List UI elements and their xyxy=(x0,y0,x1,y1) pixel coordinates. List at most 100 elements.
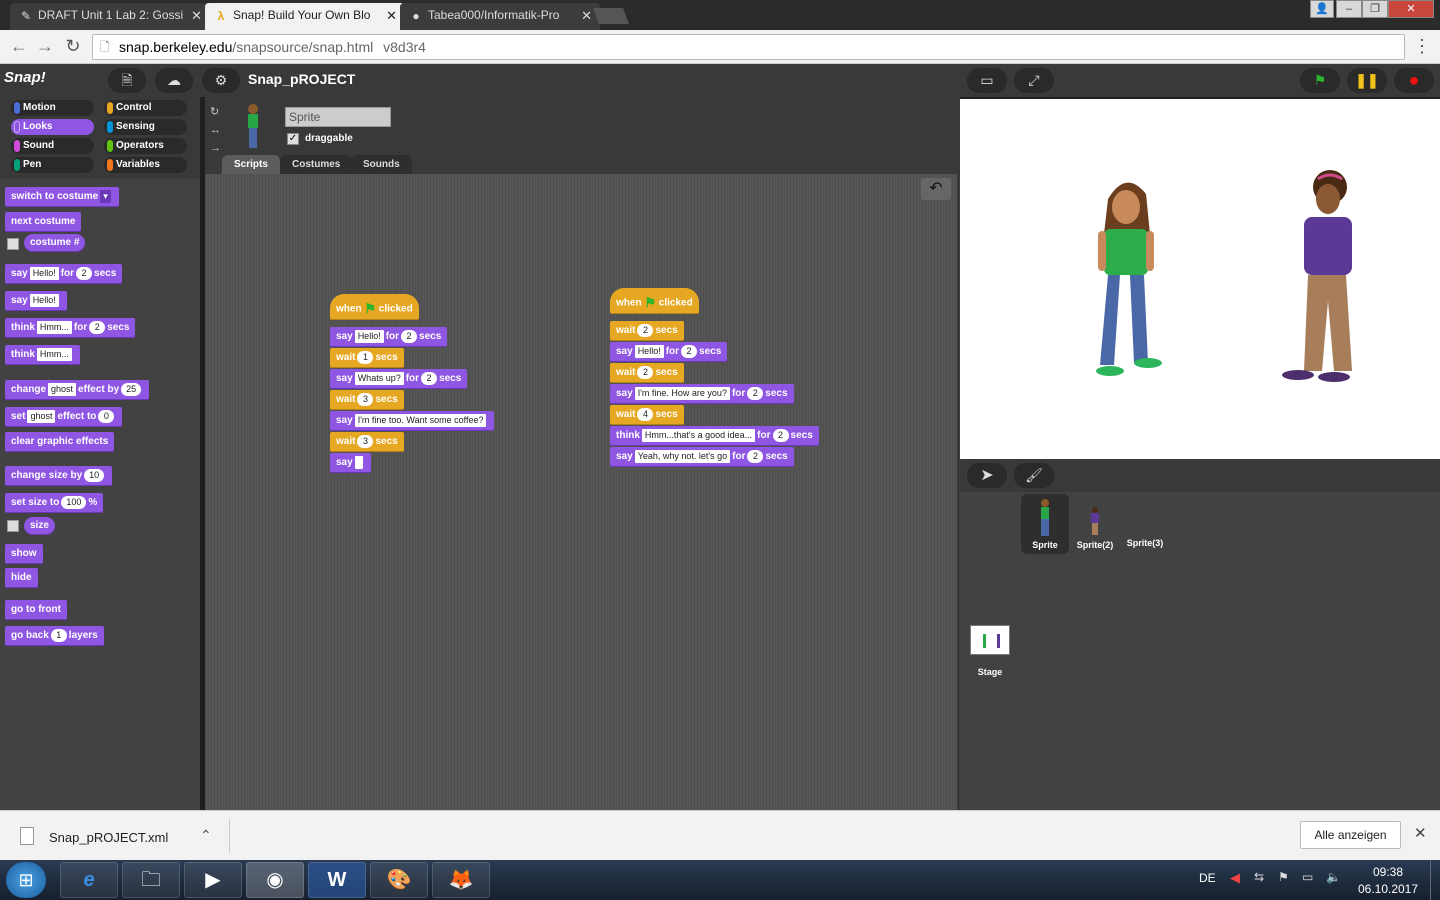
category-motion[interactable]: Motion xyxy=(11,100,94,116)
new-tab-button[interactable] xyxy=(593,8,629,24)
number-slot[interactable]: 0 xyxy=(98,409,115,423)
block-change-effect[interactable]: change ghost effect by 25 xyxy=(5,380,150,400)
block-say-for-secs[interactable]: say Hello! for 2 secs xyxy=(5,264,123,284)
fullscreen-icon[interactable]: ⤢ xyxy=(1014,68,1054,93)
say-for-secs-block[interactable]: say Hello! for 2 secs xyxy=(610,342,728,362)
block-go-back-layers[interactable]: go back 1 layers xyxy=(5,626,104,646)
category-variables[interactable]: Variables xyxy=(104,157,187,173)
file-explorer-icon[interactable]: 🗀 xyxy=(122,862,180,898)
gimp-icon[interactable]: 🦊 xyxy=(432,862,490,898)
category-control[interactable]: Control xyxy=(104,100,187,116)
say-for-secs-block[interactable]: say Yeah, why not. let's go for 2 secs xyxy=(610,447,794,467)
text-slot[interactable]: Hello! xyxy=(29,266,59,280)
category-looks[interactable]: Looks xyxy=(11,119,94,135)
minimize-button[interactable]: – xyxy=(1336,0,1362,18)
text-slot[interactable]: Hello! xyxy=(354,329,384,343)
watcher-checkbox[interactable] xyxy=(7,520,19,532)
forward-icon[interactable]: → xyxy=(34,36,56,57)
network-tray-icon[interactable]: ⇆ xyxy=(1254,870,1264,884)
paint-icon[interactable]: 🎨 xyxy=(370,862,428,898)
tab-github[interactable]: ● Tabea000/Informatik-Pro ✕ xyxy=(400,3,600,30)
text-slot[interactable]: Hello! xyxy=(29,293,59,307)
scripts-area[interactable]: ↶ when ⚑ clicked say Hello! for 2 secs wait 1… xyxy=(205,174,957,810)
number-slot[interactable]: 25 xyxy=(121,382,142,396)
category-pen[interactable]: Pen xyxy=(11,157,94,173)
text-slot[interactable]: I'm fine too. Want some coffee? xyxy=(354,413,487,427)
language-indicator[interactable]: DE xyxy=(1199,871,1216,885)
number-slot[interactable]: 2 xyxy=(637,323,654,337)
user-icon[interactable]: 👤 xyxy=(1310,0,1334,18)
internet-explorer-icon[interactable]: e xyxy=(60,862,118,898)
text-slot[interactable]: Hmm... xyxy=(36,320,72,334)
chevron-up-icon[interactable]: ⌃ xyxy=(200,827,212,844)
text-slot[interactable]: Hmm...that's a good idea... xyxy=(641,428,756,442)
number-slot[interactable]: 1 xyxy=(357,350,374,364)
windows-start-icon[interactable]: ⊞ xyxy=(6,862,46,898)
stage-size-icon[interactable]: ▭ xyxy=(967,68,1007,93)
category-sensing[interactable]: Sensing xyxy=(104,119,187,135)
close-icon[interactable]: ✕ xyxy=(581,3,592,28)
sprite-thumb-sprite[interactable]: Sprite xyxy=(1021,494,1069,554)
number-slot[interactable]: 10 xyxy=(84,468,105,482)
number-slot[interactable]: 2 xyxy=(747,449,764,463)
text-slot[interactable]: Hello! xyxy=(634,344,664,358)
sprite-girl-purple[interactable] xyxy=(1282,170,1352,382)
reload-icon[interactable]: ↻ xyxy=(62,36,84,57)
url-input[interactable]: 🗋 snap.berkeley.edu/snapsource/snap.html… xyxy=(92,34,1405,60)
undo-icon[interactable]: ↶ xyxy=(921,178,951,200)
effect-dropdown[interactable]: ghost xyxy=(48,382,77,396)
number-slot[interactable]: 2 xyxy=(637,365,654,379)
number-slot[interactable]: 3 xyxy=(357,392,374,406)
wait-block[interactable]: wait 3 secs xyxy=(330,432,404,452)
text-slot[interactable] xyxy=(354,455,363,469)
block-set-size[interactable]: set size to 100% xyxy=(5,493,104,513)
block-think[interactable]: think Hmm... xyxy=(5,345,80,365)
word-icon[interactable]: W xyxy=(308,862,366,898)
number-slot[interactable]: 2 xyxy=(772,428,789,442)
dropdown-arrow-icon[interactable]: ▾ xyxy=(100,189,111,203)
block-show[interactable]: show xyxy=(5,544,43,564)
stage-thumbnail[interactable] xyxy=(970,625,1010,655)
rotation-style-icons[interactable]: ↻ ↔ → xyxy=(210,103,221,157)
think-for-secs-block[interactable]: think Hmm...that's a good idea... for 2 secs xyxy=(610,426,819,446)
flag-icon[interactable]: ◀ xyxy=(1230,870,1240,886)
window-close-button[interactable]: ✕ xyxy=(1388,0,1434,18)
number-slot[interactable]: 2 xyxy=(89,320,106,334)
show-all-button[interactable]: Alle anzeigen xyxy=(1300,821,1401,849)
block-go-to-front[interactable]: go to front xyxy=(5,600,67,620)
block-costume-num[interactable]: costume # xyxy=(24,234,86,252)
text-slot[interactable]: Whats up? xyxy=(354,371,404,385)
file-icon[interactable]: 🗎 xyxy=(108,68,146,93)
chrome-icon[interactable]: ◉ xyxy=(246,862,304,898)
turtle-arrow-icon[interactable]: ➤ xyxy=(967,463,1007,488)
when-flag-clicked-hat[interactable]: when ⚑ clicked xyxy=(610,288,699,314)
block-switch-to-costume[interactable]: switch to costume ▾ xyxy=(5,187,119,207)
show-desktop-button[interactable] xyxy=(1430,860,1440,900)
tab-sounds[interactable]: Sounds xyxy=(351,155,412,174)
close-icon[interactable]: ✕ xyxy=(386,3,397,28)
clock-date[interactable]: 06.10.2017 xyxy=(1356,882,1420,896)
stop-icon[interactable]: ● xyxy=(1394,68,1434,93)
block-size[interactable]: size xyxy=(24,517,55,535)
gear-icon[interactable]: ⚙ xyxy=(202,68,240,93)
number-slot[interactable]: 100 xyxy=(61,495,87,509)
say-block[interactable]: say I'm fine too. Want some coffee? xyxy=(330,411,495,431)
restore-button[interactable]: ❐ xyxy=(1362,0,1388,18)
pause-icon[interactable]: ❚❚ xyxy=(1347,68,1387,93)
say-for-secs-block[interactable]: say Hello! for 2 secs xyxy=(330,327,448,347)
wait-block[interactable]: wait 1 secs xyxy=(330,348,404,368)
tab-draft-unit[interactable]: ✎ DRAFT Unit 1 Lab 2: Gossi ✕ xyxy=(10,3,210,30)
wait-block[interactable]: wait 3 secs xyxy=(330,390,404,410)
paintbrush-icon[interactable]: 🖌 xyxy=(1014,463,1054,488)
clock-time[interactable]: 09:38 xyxy=(1360,865,1416,879)
back-icon[interactable]: ← xyxy=(8,36,30,57)
when-flag-clicked-hat[interactable]: when ⚑ clicked xyxy=(330,294,419,320)
category-operators[interactable]: Operators xyxy=(104,138,187,154)
sprite-name-field[interactable]: Sprite xyxy=(285,107,391,127)
media-player-icon[interactable]: ▶ xyxy=(184,862,242,898)
block-say[interactable]: say Hello! xyxy=(5,291,67,311)
stage[interactable] xyxy=(960,99,1440,459)
number-slot[interactable]: 3 xyxy=(357,434,374,448)
number-slot[interactable]: 2 xyxy=(681,344,698,358)
wait-block[interactable]: wait 2 secs xyxy=(610,363,684,383)
